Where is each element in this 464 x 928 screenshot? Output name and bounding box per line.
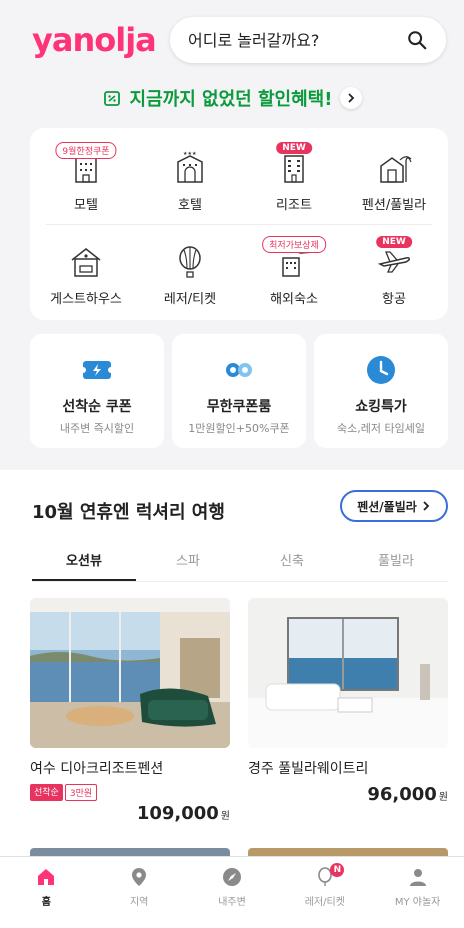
nav-label: 내주변 xyxy=(218,897,246,908)
nav-label: 홈 xyxy=(41,897,51,908)
nav-nearby[interactable]: 내주변 xyxy=(186,857,279,928)
listing-photo[interactable] xyxy=(248,598,448,748)
category-card: 9월한정쿠폰 모텔 ★★★ 호텔 NEW 리조트 펜션/풀빌라 게스트하우스 레… xyxy=(30,128,448,320)
promo-chevron-button[interactable] xyxy=(340,87,363,109)
feature-title: 쇼킹특가 xyxy=(355,399,407,415)
new-dot-badge: N xyxy=(330,863,345,877)
pension-filter-pill[interactable]: 펜션/풀빌라 xyxy=(340,490,448,522)
hotel-icon: ★★★ xyxy=(177,151,203,183)
resort-icon xyxy=(284,155,304,183)
category-label: 레저/티켓 xyxy=(163,292,217,307)
pension-icon xyxy=(380,156,412,183)
coupon-icon xyxy=(81,361,113,379)
category-motel[interactable]: 9월한정쿠폰 모텔 xyxy=(38,142,134,234)
header: yanolja xyxy=(0,0,464,80)
search-icon[interactable] xyxy=(406,29,428,51)
section-tabs: 오션뷰 스파 신축 풀빌라 xyxy=(32,544,448,582)
listing-card[interactable]: 여수 디아크리조트펜션 선착순 3만원 109,000 원 xyxy=(30,598,230,824)
promo-banner[interactable]: 지금까지 없었던 할인혜택! xyxy=(0,82,464,114)
location-pin-icon xyxy=(132,868,147,886)
leisure-icon xyxy=(179,246,201,278)
listing-name: 경주 풀빌라웨이트리 xyxy=(248,761,369,777)
yanolja-logo[interactable]: yanolja xyxy=(32,21,157,59)
new-badge: NEW xyxy=(376,236,412,248)
home-icon xyxy=(38,869,55,885)
category-label: 호텔 xyxy=(178,198,202,213)
feature-card-coupon[interactable]: 선착순 쿠폰 내주변 즉시할인 xyxy=(30,334,164,448)
category-divider xyxy=(46,224,432,225)
nav-label: 지역 xyxy=(129,897,149,908)
discount-tag-icon xyxy=(103,91,120,106)
listing-name: 여수 디아크리조트펜션 xyxy=(30,761,164,777)
listing-card[interactable]: 경주 풀빌라웨이트리 96,000 원 xyxy=(248,598,448,805)
tab-new-build[interactable]: 신축 xyxy=(240,544,344,581)
infinity-icon xyxy=(226,363,252,377)
listing-photo[interactable] xyxy=(30,598,230,748)
chevron-right-icon xyxy=(348,93,355,103)
category-label: 모텔 xyxy=(74,198,98,213)
feature-card-shocking-deal[interactable]: 쇼킹특가 숙소,레저 타임세일 xyxy=(314,334,448,448)
nav-label: 레저/티켓 xyxy=(304,897,345,908)
tab-spa[interactable]: 스파 xyxy=(136,544,240,581)
nav-label: MY 야놀자 xyxy=(394,897,441,908)
nav-leisure-ticket[interactable]: N 레저/티켓 xyxy=(278,857,371,928)
compass-icon xyxy=(222,868,241,886)
nav-my-yanolja[interactable]: MY 야놀자 xyxy=(371,857,464,928)
airplane-icon xyxy=(377,251,410,273)
listing-tags: 선착순 3만원 xyxy=(30,784,230,801)
category-label: 펜션/풀빌라 xyxy=(361,198,427,213)
tab-pool-villa[interactable]: 풀빌라 xyxy=(344,544,448,581)
category-pension[interactable]: 펜션/풀빌라 xyxy=(346,150,442,234)
category-airplane[interactable]: NEW 항공 xyxy=(346,236,442,328)
category-resort[interactable]: NEW 리조트 xyxy=(246,142,342,234)
price-unit: 원 xyxy=(220,811,230,822)
listing-price: 109,000 원 xyxy=(30,803,230,824)
user-icon xyxy=(409,869,426,886)
svg-text:★★★: ★★★ xyxy=(183,151,197,157)
nav-home[interactable]: 홈 xyxy=(0,857,93,928)
category-label: 항공 xyxy=(382,292,406,307)
discount-tag: 3만원 xyxy=(64,784,98,801)
bottom-navigation: 홈 지역 내주변 N 레저/티켓 MY 야놀자 xyxy=(0,856,464,928)
category-label: 게스트하우스 xyxy=(50,292,122,307)
new-badge: NEW xyxy=(276,142,312,154)
feature-subtitle: 숙소,레저 타임세일 xyxy=(337,422,425,435)
price-value: 96,000 xyxy=(367,784,437,805)
category-badge: 9월한정쿠폰 xyxy=(55,142,117,159)
guesthouse-icon xyxy=(71,248,101,277)
category-hotel[interactable]: ★★★ 호텔 xyxy=(142,150,238,234)
search-input[interactable] xyxy=(188,30,406,50)
pill-label: 펜션/풀빌라 xyxy=(357,499,417,514)
category-guesthouse[interactable]: 게스트하우스 xyxy=(38,244,134,328)
category-overseas[interactable]: 최저가보상제 해외숙소 xyxy=(246,236,342,328)
chevron-right-icon xyxy=(423,501,430,511)
price-unit: 원 xyxy=(438,792,448,803)
section-title: 10월 연휴엔 럭셔리 여행 xyxy=(32,502,225,523)
feature-title: 무한쿠폰룸 xyxy=(206,399,272,415)
category-badge: 최저가보상제 xyxy=(262,236,326,253)
category-label: 해외숙소 xyxy=(270,292,318,307)
luxury-trip-section: 10월 연휴엔 럭셔리 여행 펜션/풀빌라 오션뷰 스파 신축 풀빌라 여수 디… xyxy=(0,470,464,858)
tab-ocean-view[interactable]: 오션뷰 xyxy=(32,544,136,581)
clock-icon xyxy=(367,356,395,384)
first-come-tag: 선착순 xyxy=(30,784,63,801)
search-bar[interactable] xyxy=(170,17,446,63)
listing-price: 96,000 원 xyxy=(248,784,448,805)
promo-text: 지금까지 없었던 할인혜택! xyxy=(129,89,333,110)
category-leisure[interactable]: 레저/티켓 xyxy=(142,244,238,328)
feature-title: 선착순 쿠폰 xyxy=(62,399,132,415)
feature-subtitle: 내주변 즉시할인 xyxy=(59,422,135,435)
category-label: 리조트 xyxy=(276,198,312,213)
feature-card-infinite-coupon[interactable]: 무한쿠폰룸 1만원할인+50%쿠폰 xyxy=(172,334,306,448)
feature-subtitle: 1만원할인+50%쿠폰 xyxy=(188,422,290,435)
nav-region[interactable]: 지역 xyxy=(93,857,186,928)
price-value: 109,000 xyxy=(136,803,219,824)
